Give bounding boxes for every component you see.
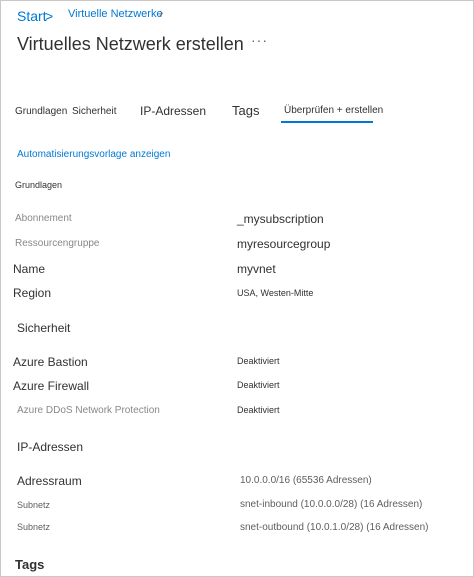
value-address-space: 10.0.0.0/16 (65536 Adressen) [240, 475, 372, 486]
label-subscription: Abonnement [15, 213, 72, 224]
chevron-right-icon: › [159, 5, 164, 20]
label-subnet-outbound: Subnetz [17, 522, 51, 532]
tab-security[interactable]: Sicherheit [72, 106, 116, 117]
label-resource-group: Ressourcengruppe [15, 238, 100, 249]
label-subnet-inbound: Subnetz [17, 500, 51, 510]
label-region: Region [13, 286, 52, 300]
value-name: myvnet [237, 262, 276, 276]
value-azure-bastion: Deaktiviert [237, 356, 280, 366]
tab-ip-addresses[interactable]: IP-Adressen [140, 104, 206, 118]
label-azure-firewall: Azure Firewall [13, 379, 90, 393]
section-heading-security: Sicherheit [17, 321, 71, 335]
page-frame: Start > Virtuelle Netzwerke › Virtuelles… [0, 0, 474, 577]
label-name: Name [13, 262, 46, 276]
label-azure-bastion: Azure Bastion [13, 355, 88, 369]
value-subnet-inbound: snet-inbound (10.0.0.0/28) (16 Adressen) [240, 499, 423, 510]
section-heading-tags: Tags [15, 557, 45, 572]
value-ddos-protection: Deaktiviert [237, 405, 280, 415]
active-tab-indicator [281, 121, 373, 123]
value-azure-firewall: Deaktiviert [237, 380, 280, 390]
value-subnet-outbound: snet-outbound (10.0.1.0/28) (16 Adressen… [240, 522, 429, 533]
page-title: Virtuelles Netzwerk erstellen [17, 34, 244, 54]
section-heading-ip-addresses: IP-Adressen [17, 440, 84, 454]
label-address-space: Adressraum [17, 474, 82, 488]
tab-tags[interactable]: Tags [232, 103, 259, 118]
label-ddos-protection: Azure DDoS Network Protection [17, 405, 160, 416]
breadcrumb-start[interactable]: Start [17, 8, 47, 24]
breadcrumb-virtual-networks[interactable]: Virtuelle Netzwerke [68, 8, 163, 20]
tab-review-create[interactable]: Überprüfen + erstellen [284, 105, 383, 116]
value-subscription: _mysubscription [237, 212, 324, 226]
section-heading-basics: Grundlagen [15, 180, 63, 190]
breadcrumb-separator: > [45, 8, 54, 24]
automation-template-link[interactable]: Automatisierungsvorlage anzeigen [17, 149, 170, 160]
value-resource-group: myresourcegroup [237, 237, 331, 251]
tab-basics[interactable]: Grundlagen [15, 106, 67, 117]
more-options-icon[interactable]: ··· [251, 32, 268, 48]
value-region: USA, Westen-Mitte [237, 288, 314, 298]
